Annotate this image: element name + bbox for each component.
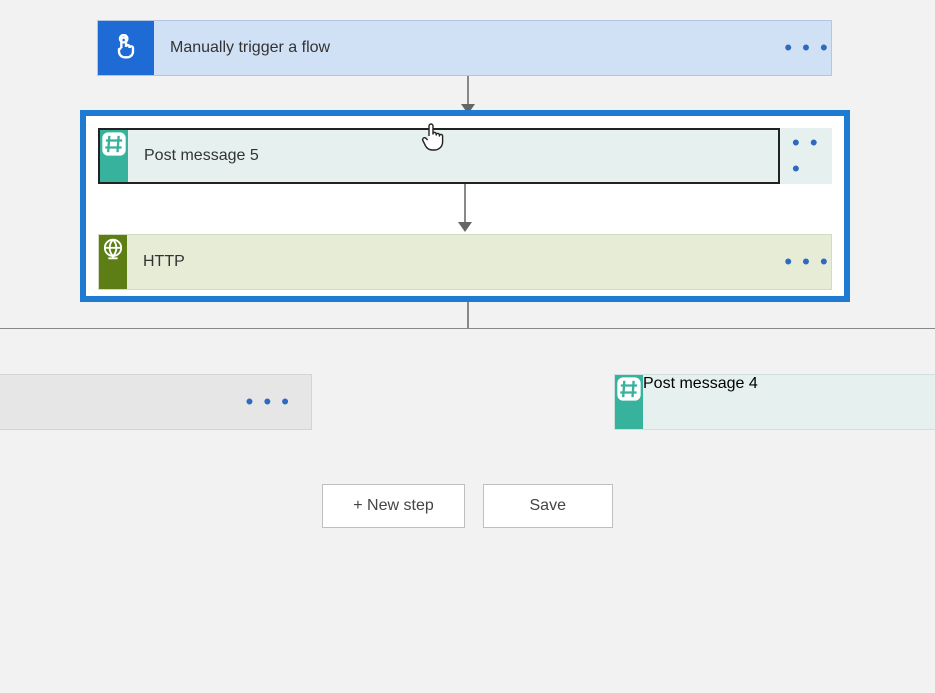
http-step[interactable]: HTTP • • • [98,234,832,290]
post-message-4-step[interactable]: Post message 4 [614,374,935,430]
post-message-4-label: Post message 4 [643,375,758,429]
post-message-5-card[interactable]: Post message 5 [98,128,780,184]
globe-icon [99,235,127,289]
save-button[interactable]: Save [483,484,613,528]
http-menu-button[interactable]: • • • [783,235,831,289]
post-message-5-menu-button[interactable]: • • • [792,128,832,184]
hashtag-icon [100,130,128,182]
action-bar: + New step Save [0,484,935,528]
flow-canvas[interactable]: Manually trigger a flow • • • Post messa… [0,0,935,693]
connector-line [464,184,466,222]
connector-line [467,76,469,104]
arrow-down-icon [458,222,472,232]
post-message-5-step[interactable]: Post message 5 • • • [98,128,832,184]
hashtag-icon [615,375,643,429]
connector-line [467,302,469,328]
branch-left-menu-button[interactable]: • • • [246,389,291,415]
manual-trigger-icon [98,21,154,75]
trigger-menu-button[interactable]: • • • [783,21,831,75]
http-label: HTTP [127,235,783,289]
selected-scope[interactable]: Post message 5 • • • HTTP • • • [80,110,850,302]
branch-left-step[interactable]: • • • [0,374,312,430]
trigger-label: Manually trigger a flow [154,21,783,75]
branch-split-line [0,328,935,329]
new-step-button[interactable]: + New step [322,484,464,528]
trigger-step[interactable]: Manually trigger a flow • • • [97,20,832,76]
post-message-5-label: Post message 5 [128,130,778,182]
